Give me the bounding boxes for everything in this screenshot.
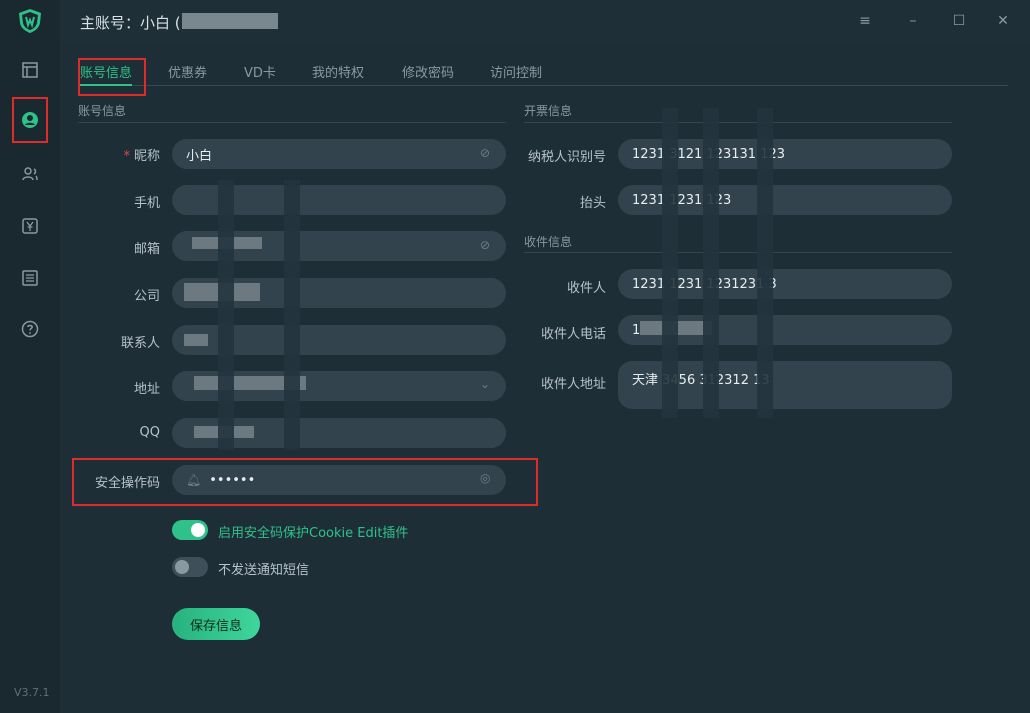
redaction-strip [703, 108, 719, 418]
section-title-invoice: 开票信息 [524, 104, 573, 118]
bell-icon: 🔔︎ [186, 473, 202, 487]
main-content: 账号信息 优惠券 VD卡 我的特权 修改密码 访问控制 账号信息 * 昵称 小白 … [60, 42, 1030, 713]
receiver-address-value: 天津 3456 312312 13 [632, 373, 770, 388]
invoice-header-label: 抬头 [579, 196, 606, 211]
receiver-address-label: 收件人地址 [540, 377, 606, 392]
divider [524, 252, 952, 253]
sidebar-item-list[interactable] [0, 256, 60, 300]
section-title-receiver: 收件信息 [524, 235, 573, 249]
tab-access-control[interactable]: 访问控制 [490, 62, 542, 81]
email-label: 邮箱 [133, 242, 160, 257]
title-bar: 主账号：小白 ( ≡ – ☐ ✕ [60, 0, 1030, 42]
qq-label: QQ [139, 425, 160, 440]
save-button[interactable]: 保存信息 [172, 608, 260, 640]
nickname-label: * 昵称 [123, 149, 160, 164]
yen-icon [22, 218, 38, 234]
receiver-name-label: 收件人 [566, 281, 606, 296]
divider [524, 122, 952, 123]
window-title: 主账号：小白 ( [80, 14, 181, 32]
no-sms-toggle[interactable] [172, 557, 208, 577]
users-icon [22, 167, 38, 181]
tab-privileges[interactable]: 我的特权 [312, 62, 364, 81]
cookie-edit-toggle[interactable] [172, 520, 208, 540]
company-label: 公司 [133, 289, 160, 304]
version-label: V3.7.1 [14, 686, 50, 699]
check-circle-icon: ⊘ [480, 146, 491, 160]
toggle-knob [175, 560, 189, 574]
security-code-label: 安全操作码 [94, 476, 160, 491]
nickname-value: 小白 [186, 148, 213, 164]
user-circle-icon [22, 112, 38, 128]
security-code-input[interactable]: 🔔︎ •••••• ◎ [172, 465, 506, 495]
sidebar: V3.7.1 [0, 0, 60, 713]
tab-change-password[interactable]: 修改密码 [402, 62, 454, 81]
tab-account-info[interactable]: 账号信息 [80, 62, 133, 86]
nickname-input[interactable]: 小白 ⊘ [172, 139, 506, 169]
toggle-knob [191, 523, 205, 537]
tab-coupons[interactable]: 优惠券 [168, 62, 207, 81]
tab-active-underline [80, 84, 132, 86]
help-icon [21, 320, 39, 338]
chevron-down-icon: ⌄ [480, 377, 491, 391]
no-sms-label: 不发送通知短信 [218, 563, 310, 578]
redaction-strip [218, 180, 234, 450]
tax-id-label: 纳税人识别号 [527, 150, 606, 165]
redacted-account-id [182, 13, 278, 29]
redaction-strip [757, 108, 773, 418]
redacted-contact [184, 334, 208, 346]
tab-vd-card[interactable]: VD卡 [244, 62, 276, 81]
address-label: 地址 [133, 382, 160, 397]
dashboard-icon [22, 62, 38, 78]
list-icon [22, 270, 38, 286]
sidebar-item-billing[interactable] [0, 204, 60, 248]
shield-logo-icon [19, 9, 41, 33]
sidebar-item-dashboard[interactable] [0, 48, 60, 92]
redaction-strip [284, 180, 300, 450]
minimize-icon[interactable]: – [902, 10, 924, 32]
divider [78, 122, 506, 123]
redaction-strip [662, 108, 678, 418]
menu-icon[interactable]: ≡ [854, 10, 876, 32]
contact-label: 联系人 [120, 336, 160, 351]
tab-bar: 账号信息 优惠券 VD卡 我的特权 修改密码 访问控制 [78, 54, 1008, 86]
security-code-value: •••••• [209, 472, 256, 488]
cookie-edit-label: 启用安全码保护Cookie Edit插件 [218, 526, 409, 541]
sidebar-item-users[interactable] [0, 152, 60, 196]
sidebar-item-help[interactable] [0, 307, 60, 351]
receiver-phone-label: 收件人电话 [540, 327, 606, 342]
eye-off-icon[interactable]: ◎ [480, 471, 494, 485]
check-circle-icon: ⊘ [480, 238, 491, 252]
section-title-account: 账号信息 [78, 104, 127, 118]
tab-label: 账号信息 [80, 66, 133, 81]
sidebar-item-account[interactable] [0, 98, 60, 142]
close-icon[interactable]: ✕ [992, 10, 1014, 32]
maximize-icon[interactable]: ☐ [948, 10, 970, 32]
phone-label: 手机 [133, 196, 160, 211]
